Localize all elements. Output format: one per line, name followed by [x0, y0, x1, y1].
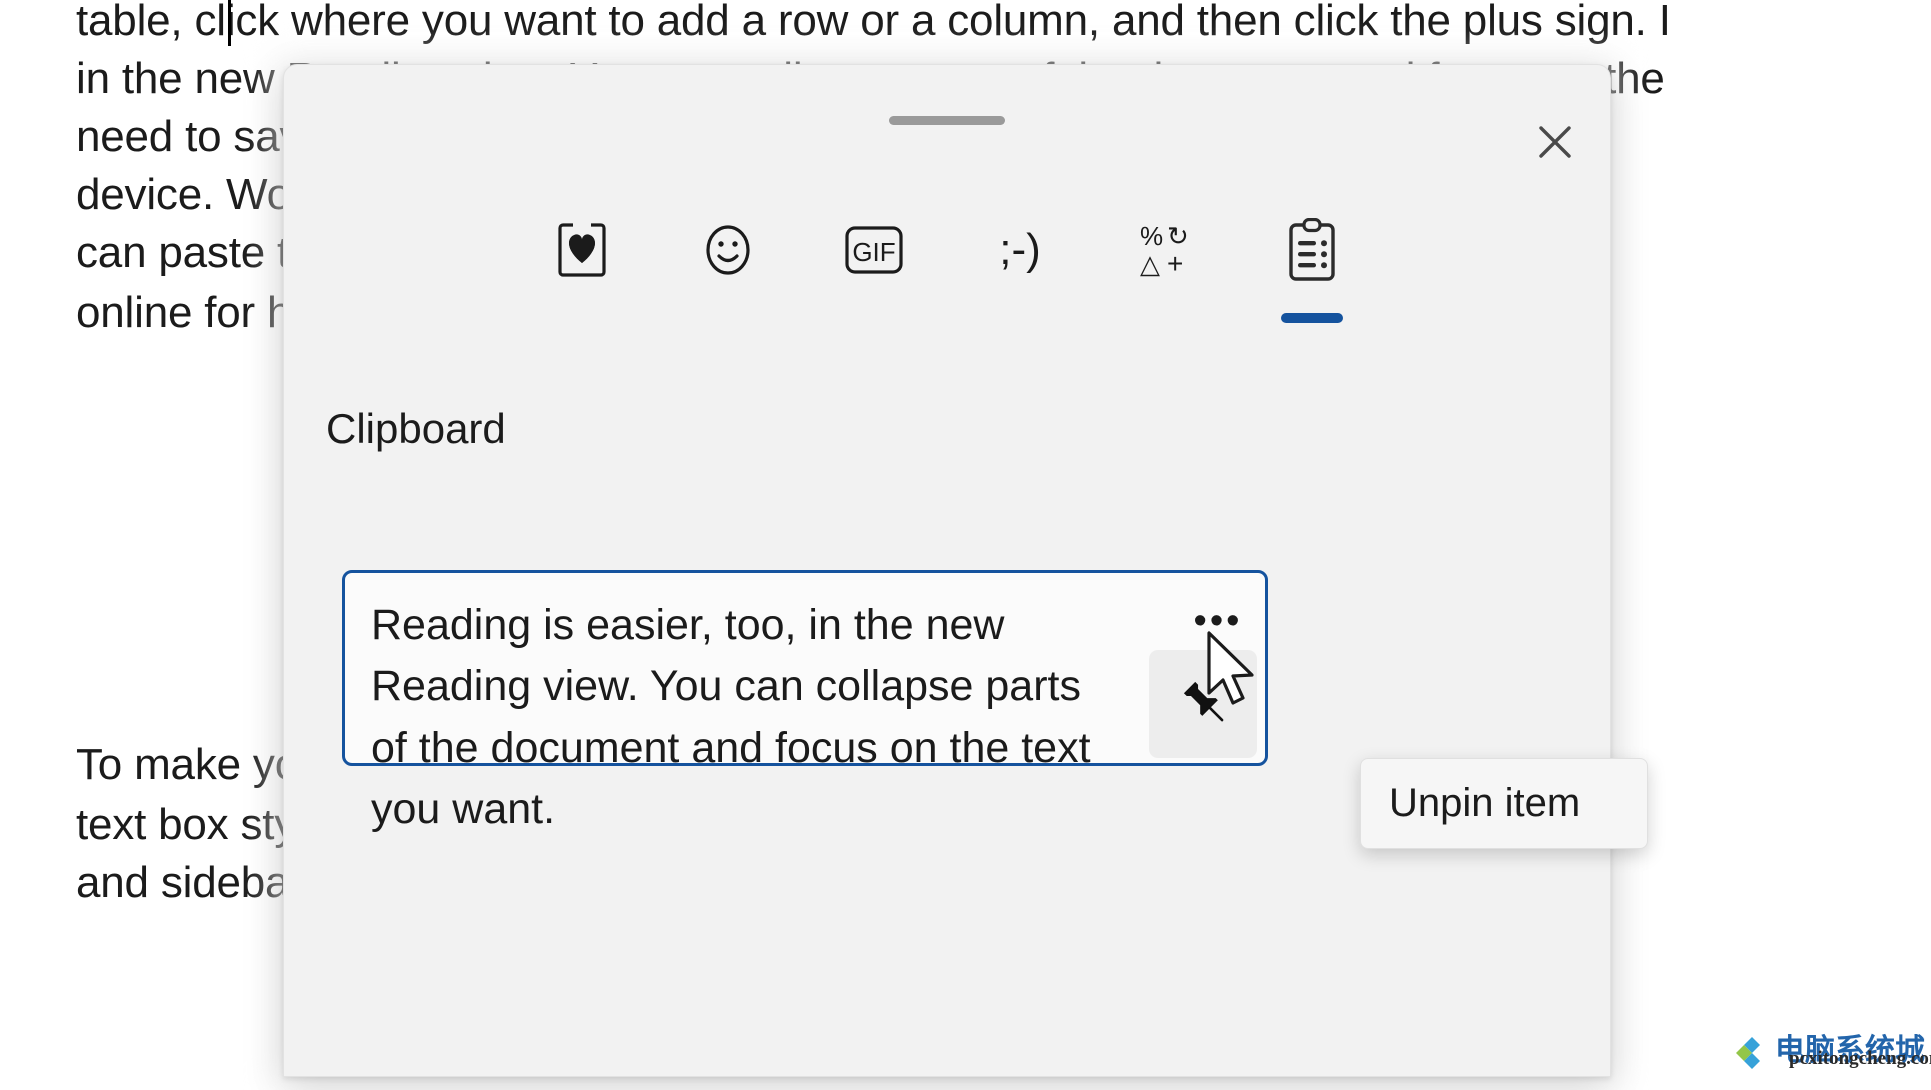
kaomoji-glyph: ;-) — [999, 225, 1041, 274]
svg-text:GIF: GIF — [852, 237, 895, 267]
pin-icon — [1183, 681, 1224, 722]
svg-text:%: % — [1140, 221, 1163, 251]
tab-emoji[interactable] — [685, 215, 771, 301]
clipboard-icon — [1286, 215, 1338, 285]
symbols-icon: % ↻ △ + — [1136, 215, 1196, 285]
svg-text:+: + — [1167, 248, 1183, 279]
clipboard-history-flyout: GIF ;-) % ↻ △ + Clipboard Reading is eas… — [283, 64, 1648, 1077]
tab-clipboard[interactable] — [1269, 215, 1355, 323]
clipboard-item-more-button[interactable]: ••• — [1187, 593, 1249, 649]
section-title: Clipboard — [326, 405, 506, 452]
smiley-icon — [699, 215, 757, 285]
pin-tooltip: Unpin item — [1360, 758, 1648, 849]
watermark-logo-icon — [1736, 1037, 1760, 1069]
clipboard-history-item[interactable]: Reading is easier, too, in the new Readi… — [342, 570, 1268, 833]
tab-gif[interactable]: GIF — [831, 215, 917, 301]
text-caret — [228, 0, 231, 46]
close-button[interactable] — [1524, 111, 1586, 173]
tab-symbols[interactable]: % ↻ △ + — [1123, 215, 1209, 301]
flyout-tab-strip: GIF ;-) % ↻ △ + — [284, 215, 1610, 323]
document-text-line: table, click where you want to add a row… — [76, 0, 1671, 45]
tab-selection-indicator — [1281, 313, 1343, 323]
clipboard-item-pin-button[interactable] — [1149, 650, 1257, 758]
svg-text:△: △ — [1140, 249, 1160, 279]
tab-recently-used[interactable] — [539, 215, 625, 301]
tab-kaomoji[interactable]: ;-) — [977, 215, 1063, 301]
drag-handle[interactable] — [889, 116, 1005, 125]
kaomoji-icon: ;-) — [999, 215, 1041, 285]
svg-text:↻: ↻ — [1167, 221, 1189, 251]
close-icon — [1539, 126, 1571, 158]
gif-icon: GIF — [843, 215, 905, 285]
clipboard-item-text: Reading is easier, too, in the new Readi… — [371, 601, 1091, 834]
watermark: 电脑系统城 pcxitongcheng.com — [1735, 1029, 1931, 1073]
watermark-url: pcxitongcheng.com — [1789, 1048, 1931, 1069]
heart-clipboard-icon — [553, 215, 611, 285]
